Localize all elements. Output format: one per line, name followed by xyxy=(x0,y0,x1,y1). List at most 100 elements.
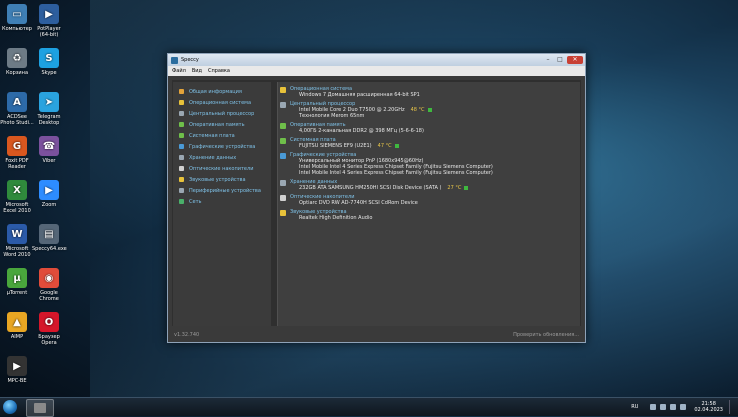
sidebar-item[interactable]: Звуковые устройства xyxy=(173,174,271,185)
telegram-icon: ➤ xyxy=(39,92,59,112)
desktop-shortcut-label: MPC-BE xyxy=(7,378,27,384)
section-value: Realtek High Definition Audio xyxy=(290,215,580,221)
battery-icon[interactable] xyxy=(680,404,687,410)
maximize-button[interactable]: □ xyxy=(555,56,565,64)
section-value-text: Intel Mobile Intel 4 Series Express Chip… xyxy=(299,170,493,176)
summary-panel: Операционная система Windows 7 Домашняя р… xyxy=(277,82,580,326)
sidebar-item[interactable]: Общая информация xyxy=(173,86,271,97)
menu-view[interactable]: Вид xyxy=(192,68,202,74)
sidebar-item-icon xyxy=(179,111,184,116)
desktop-shortcut-label: AIMP xyxy=(10,334,24,340)
desktop-shortcut[interactable]: X Microsoft Excel 2010 xyxy=(0,180,34,214)
desktop-shortcut-label: Компьютер xyxy=(2,26,32,32)
desktop-shortcut-label: Zoom xyxy=(41,202,57,208)
desktop-shortcut[interactable]: ▶ MPC-BE xyxy=(0,356,34,384)
speccy-icon: ▤ xyxy=(39,224,59,244)
desktop-shortcut[interactable]: ◉ Google Chrome xyxy=(32,268,66,302)
sidebar-item[interactable]: Хранение данных xyxy=(173,152,271,163)
viber-icon: ☎ xyxy=(39,136,59,156)
speccy-window: Speccy – □ ✕ Файл Вид Справка Общая инфо… xyxy=(167,53,586,343)
temperature-value: 27 °C xyxy=(447,185,462,191)
sidebar-item[interactable]: Оптические накопители xyxy=(173,163,271,174)
desktop-shortcut-label: Viber xyxy=(42,158,56,164)
section-value: Optiarc DVD RW AD-7740H SCSI CdRom Devic… xyxy=(290,200,580,206)
sidebar-item[interactable]: Периферийные устройства xyxy=(173,185,271,196)
section-icon xyxy=(280,138,286,144)
close-button[interactable]: ✕ xyxy=(567,56,583,64)
desktop-shortcut[interactable]: O Браузер Opera xyxy=(32,312,66,346)
menu-help[interactable]: Справка xyxy=(208,68,230,74)
aimp-icon: ▲ xyxy=(7,312,27,332)
desktop-shortcut[interactable]: ♻ Корзина xyxy=(0,48,34,76)
sidebar-item[interactable]: Системная плата xyxy=(173,130,271,141)
summary-section: Операционная система Windows 7 Домашняя р… xyxy=(278,86,580,98)
language-indicator[interactable]: RU xyxy=(631,404,638,410)
desktop-shortcut[interactable]: G Foxit PDF Reader xyxy=(0,136,34,170)
computer-icon: ▭ xyxy=(7,4,27,24)
taskbar-speccy[interactable] xyxy=(26,399,54,417)
desktop-shortcut-label: ACDSee Photo Studi... xyxy=(0,114,34,126)
sidebar-item-label: Периферийные устройства xyxy=(189,187,261,194)
desktop-shortcut[interactable]: ▲ AIMP xyxy=(0,312,34,340)
section-value-text: 4,00ГБ 2-канальная DDR2 @ 398 МГц (5-6-6… xyxy=(299,128,424,134)
excel-icon: X xyxy=(7,180,27,200)
desktop-shortcut-label: Microsoft Excel 2010 xyxy=(3,202,31,214)
temperature-status-icon xyxy=(427,107,432,112)
desktop-shortcut[interactable]: ▤ Speccy64.exe xyxy=(32,224,67,252)
desktop-shortcut[interactable]: ▶ PotPlayer (64-bit) xyxy=(32,4,66,38)
sidebar-item-label: Центральный процессор xyxy=(189,110,255,117)
desktop-shortcut[interactable]: W Microsoft Word 2010 xyxy=(0,224,34,258)
section-value-text: Realtek High Definition Audio xyxy=(299,215,373,221)
temperature-status-icon xyxy=(394,143,399,148)
section-value-text: FUJITSU SIEMENS EF9 (U2E1) xyxy=(299,143,372,149)
sidebar-item-label: Сеть xyxy=(189,198,202,205)
opera-icon: O xyxy=(39,312,59,332)
network-icon[interactable] xyxy=(660,404,667,410)
sidebar-item-label: Хранение данных xyxy=(189,154,237,161)
menu-file[interactable]: Файл xyxy=(172,68,186,74)
sidebar-item-icon xyxy=(179,188,184,193)
sidebar-item-icon xyxy=(179,166,184,171)
start-button[interactable] xyxy=(3,400,17,414)
sidebar-item-icon xyxy=(179,122,184,127)
section-value-text: Windows 7 Домашняя расширенная 64-bit SP… xyxy=(299,92,420,98)
section-icon xyxy=(280,195,286,201)
minimize-button[interactable]: – xyxy=(543,56,553,64)
volume-icon[interactable] xyxy=(670,404,677,410)
desktop-shortcut[interactable]: ➤ Telegram Desktop xyxy=(32,92,66,126)
clock[interactable]: 21:58 02.04.2023 xyxy=(694,401,723,413)
desktop-shortcut[interactable]: ☎ Viber xyxy=(32,136,66,164)
sidebar-item[interactable]: Сеть xyxy=(173,196,271,207)
desktop-shortcut[interactable]: ▶ Zoom xyxy=(32,180,66,208)
foxit-icon: G xyxy=(7,136,27,156)
version-label: v1.32.740 xyxy=(174,332,200,338)
desktop-shortcut[interactable]: ▭ Компьютер xyxy=(0,4,34,32)
sidebar-item-icon xyxy=(179,89,184,94)
desktop-shortcut[interactable]: µ µTorrent xyxy=(0,268,34,296)
section-value-text: Технология Merom 65nm xyxy=(299,113,365,119)
section-value-text: Optiarc DVD RW AD-7740H SCSI CdRom Devic… xyxy=(299,200,418,206)
sidebar-item-label: Системная плата xyxy=(189,132,235,139)
potplayer-icon: ▶ xyxy=(39,4,59,24)
title-bar[interactable]: Speccy – □ ✕ xyxy=(168,54,585,66)
check-updates-link[interactable]: Проверить обновления... xyxy=(511,332,581,338)
sidebar-item-icon xyxy=(179,133,184,138)
desktop-shortcut[interactable]: S Skype xyxy=(32,48,66,76)
sidebar-item[interactable]: Центральный процессор xyxy=(173,108,271,119)
acdsee-icon: A xyxy=(7,92,27,112)
desktop-shortcut-label: Telegram Desktop xyxy=(37,114,61,126)
sidebar-item-label: Оптические накопители xyxy=(189,165,254,172)
section-value: 232GB ATA SAMSUNG HM250HI SCSI Disk Devi… xyxy=(290,185,580,191)
desktop-shortcut[interactable]: A ACDSee Photo Studi... xyxy=(0,92,34,126)
sidebar-item[interactable]: Графические устройства xyxy=(173,141,271,152)
summary-section: Хранение данных 232GB ATA SAMSUNG HM250HI… xyxy=(278,179,580,191)
summary-section: Центральный процессор Intel Mobile Core 2… xyxy=(278,101,580,119)
tray-arrow-icon[interactable] xyxy=(650,404,657,410)
sidebar-item[interactable]: Операционная система xyxy=(173,97,271,108)
sidebar-item-label: Графические устройства xyxy=(189,143,256,150)
sidebar-item-label: Операционная система xyxy=(189,99,252,106)
sidebar-item[interactable]: Оперативная память xyxy=(173,119,271,130)
speccy-task-icon xyxy=(34,403,46,413)
show-desktop-button[interactable] xyxy=(729,400,734,414)
skype-icon: S xyxy=(39,48,59,68)
